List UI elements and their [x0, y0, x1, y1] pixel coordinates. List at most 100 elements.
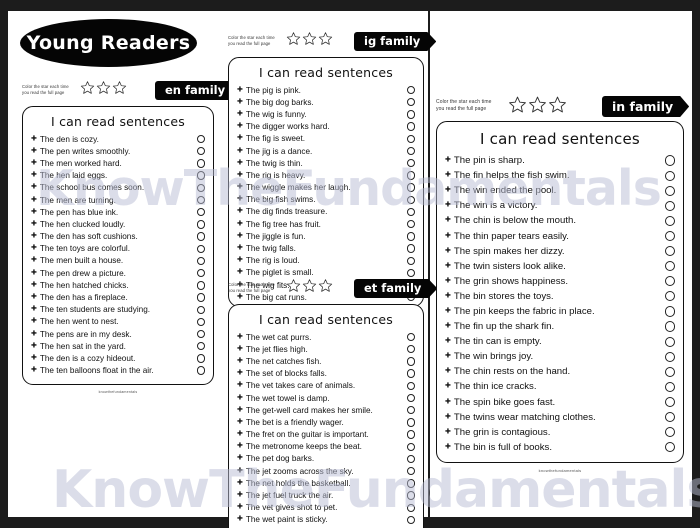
check-circle[interactable] — [196, 195, 205, 205]
check-circle[interactable] — [406, 183, 415, 192]
check-circle[interactable] — [406, 418, 415, 427]
check-circle[interactable] — [196, 171, 205, 180]
sentence-row: ✚ The jiggle is fun. — [237, 230, 415, 242]
check-circle[interactable] — [406, 345, 415, 354]
check-circle[interactable] — [196, 281, 205, 290]
check-circle[interactable] — [664, 155, 675, 166]
check-circle[interactable] — [406, 491, 415, 500]
sentence-row: ✚ The twig falls. — [237, 242, 415, 254]
star-icon[interactable] — [80, 80, 95, 95]
check-circle[interactable] — [406, 406, 415, 415]
check-circle[interactable] — [196, 354, 205, 363]
check-circle[interactable] — [406, 466, 415, 476]
check-circle[interactable] — [196, 256, 205, 266]
check-circle[interactable] — [664, 351, 675, 362]
star-icon[interactable] — [96, 80, 111, 95]
check-circle[interactable] — [664, 336, 675, 347]
check-circle[interactable] — [664, 427, 675, 438]
check-circle[interactable] — [406, 232, 415, 241]
sentence-row: ✚ The grin shows happiness. — [445, 274, 675, 289]
check-circle[interactable] — [196, 305, 205, 314]
check-circle[interactable] — [664, 306, 675, 317]
sentence-text: ✚ The grin is contagious. — [445, 427, 550, 438]
check-circle[interactable] — [664, 170, 675, 181]
check-circle[interactable] — [196, 244, 205, 253]
check-circle[interactable] — [406, 454, 415, 464]
check-circle[interactable] — [196, 220, 205, 229]
check-circle[interactable] — [406, 357, 415, 366]
check-circle[interactable] — [664, 185, 675, 196]
check-circle[interactable] — [664, 261, 675, 272]
star-rating-row[interactable] — [508, 95, 567, 114]
cross-bullet-icon: ✚ — [237, 369, 243, 377]
check-circle[interactable] — [406, 268, 415, 278]
check-circle[interactable] — [196, 329, 205, 339]
check-circle[interactable] — [406, 430, 415, 439]
check-circle[interactable] — [196, 342, 205, 351]
check-circle[interactable] — [406, 171, 415, 180]
check-circle[interactable] — [406, 159, 415, 168]
check-circle[interactable] — [406, 256, 415, 265]
check-circle[interactable] — [664, 381, 675, 393]
check-circle[interactable] — [406, 332, 415, 342]
check-circle[interactable] — [664, 321, 675, 332]
sentence-label: The vet gives shot to pet. — [245, 503, 338, 513]
star-rating-row[interactable] — [80, 80, 127, 95]
check-circle[interactable] — [406, 503, 415, 512]
check-circle[interactable] — [664, 200, 675, 211]
star-icon[interactable] — [112, 80, 127, 95]
check-circle[interactable] — [406, 110, 415, 119]
star-icon[interactable] — [286, 278, 301, 293]
check-circle[interactable] — [406, 479, 415, 488]
check-circle[interactable] — [406, 369, 415, 378]
check-circle[interactable] — [664, 396, 675, 408]
check-circle[interactable] — [406, 515, 415, 525]
check-circle[interactable] — [664, 276, 675, 287]
check-circle[interactable] — [664, 246, 675, 257]
check-circle[interactable] — [406, 207, 415, 217]
check-circle[interactable] — [406, 98, 415, 107]
sentence-text: ✚ The den has soft cushions. — [31, 232, 138, 241]
check-circle[interactable] — [196, 268, 205, 278]
star-icon[interactable] — [318, 31, 333, 46]
star-icon[interactable] — [302, 31, 317, 46]
check-circle[interactable] — [406, 381, 415, 391]
check-circle[interactable] — [406, 442, 415, 451]
check-circle[interactable] — [406, 195, 415, 204]
star-icon[interactable] — [508, 95, 527, 114]
check-circle[interactable] — [196, 317, 205, 327]
check-circle[interactable] — [664, 412, 675, 423]
check-circle[interactable] — [664, 230, 675, 242]
cross-bullet-icon: ✚ — [237, 208, 243, 216]
star-icon[interactable] — [528, 95, 547, 114]
cross-bullet-icon: ✚ — [445, 156, 451, 164]
check-circle[interactable] — [196, 232, 205, 241]
check-circle[interactable] — [406, 134, 415, 144]
check-circle[interactable] — [406, 85, 415, 95]
star-icon[interactable] — [286, 31, 301, 46]
check-circle[interactable] — [664, 215, 675, 227]
star-icon[interactable] — [302, 278, 317, 293]
star-rating-row[interactable] — [286, 278, 333, 293]
check-circle[interactable] — [196, 183, 205, 193]
check-circle[interactable] — [406, 146, 415, 156]
check-circle[interactable] — [196, 366, 205, 375]
sentence-text: ✚ The twig is thin. — [237, 159, 303, 168]
check-circle[interactable] — [406, 244, 415, 253]
check-circle[interactable] — [196, 134, 205, 144]
check-circle[interactable] — [196, 159, 205, 168]
star-rating-row[interactable] — [286, 31, 333, 46]
check-circle[interactable] — [406, 122, 415, 131]
check-circle[interactable] — [664, 442, 675, 453]
star-icon[interactable] — [318, 278, 333, 293]
check-circle[interactable] — [664, 291, 675, 302]
star-icon[interactable] — [548, 95, 567, 114]
sentence-label: The thin ice cracks. — [453, 381, 537, 393]
check-circle[interactable] — [196, 293, 205, 302]
check-circle[interactable] — [406, 219, 415, 229]
sentence-row: ✚ The fin up the shark fin. — [445, 319, 675, 334]
check-circle[interactable] — [196, 147, 205, 156]
check-circle[interactable] — [196, 208, 205, 217]
check-circle[interactable] — [664, 366, 675, 377]
check-circle[interactable] — [406, 393, 415, 403]
